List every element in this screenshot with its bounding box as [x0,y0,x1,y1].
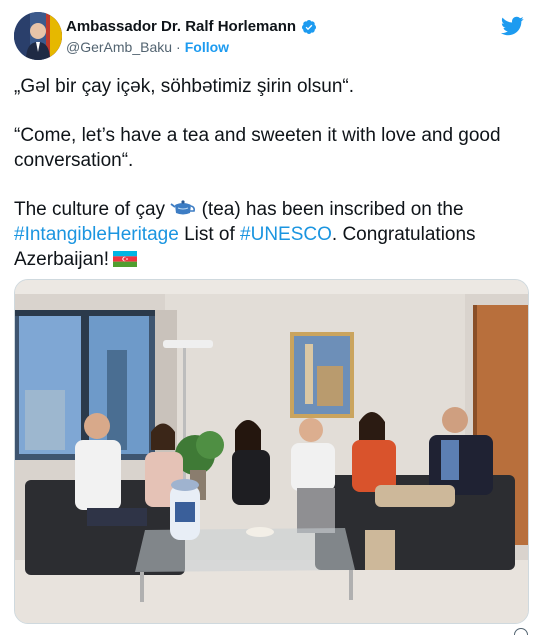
avatar[interactable] [14,12,62,60]
tweet-paragraph-unesco: The culture of çay (tea) has been inscri… [14,197,526,272]
tweet-text-part: List of [178,224,241,245]
verified-badge-icon [301,19,317,35]
tweet-header: Ambassador Dr. Ralf Horlemann @GerAmb_Ba… [14,12,524,62]
tweet-text-part: (tea) has been inscribed on the [196,199,464,220]
tweet-text-part: The culture of çay [14,199,166,220]
author-name[interactable]: Ambassador Dr. Ralf Horlemann [66,18,296,35]
twitter-bird-icon[interactable] [500,14,524,38]
author-handle[interactable]: @GerAmb_Baku [66,39,172,55]
azerbaijan-flag-emoji [113,249,138,267]
info-icon[interactable] [514,628,528,635]
tweet-card: Ambassador Dr. Ralf Horlemann @GerAmb_Ba… [0,0,536,635]
tweet-line-english: “Come, let’s have a tea and sweeten it w… [14,125,501,171]
follow-button[interactable]: Follow [185,39,229,55]
hashtag-unesco[interactable]: #UNESCO [240,224,332,245]
author-name-row: Ambassador Dr. Ralf Horlemann [66,18,317,35]
tweet-text: „Gəl bir çay içək, söhbətimiz şirin olsu… [14,74,526,272]
teapot-emoji [170,199,196,217]
handle-row: @GerAmb_Baku · Follow [66,39,229,55]
tweet-photo[interactable] [14,279,529,624]
separator-dot: · [176,39,181,55]
tweet-line-azerbaijani: „Gəl bir çay içək, söhbətimiz şirin olsu… [14,76,354,97]
hashtag-intangibleheritage[interactable]: #IntangibleHeritage [14,224,179,245]
